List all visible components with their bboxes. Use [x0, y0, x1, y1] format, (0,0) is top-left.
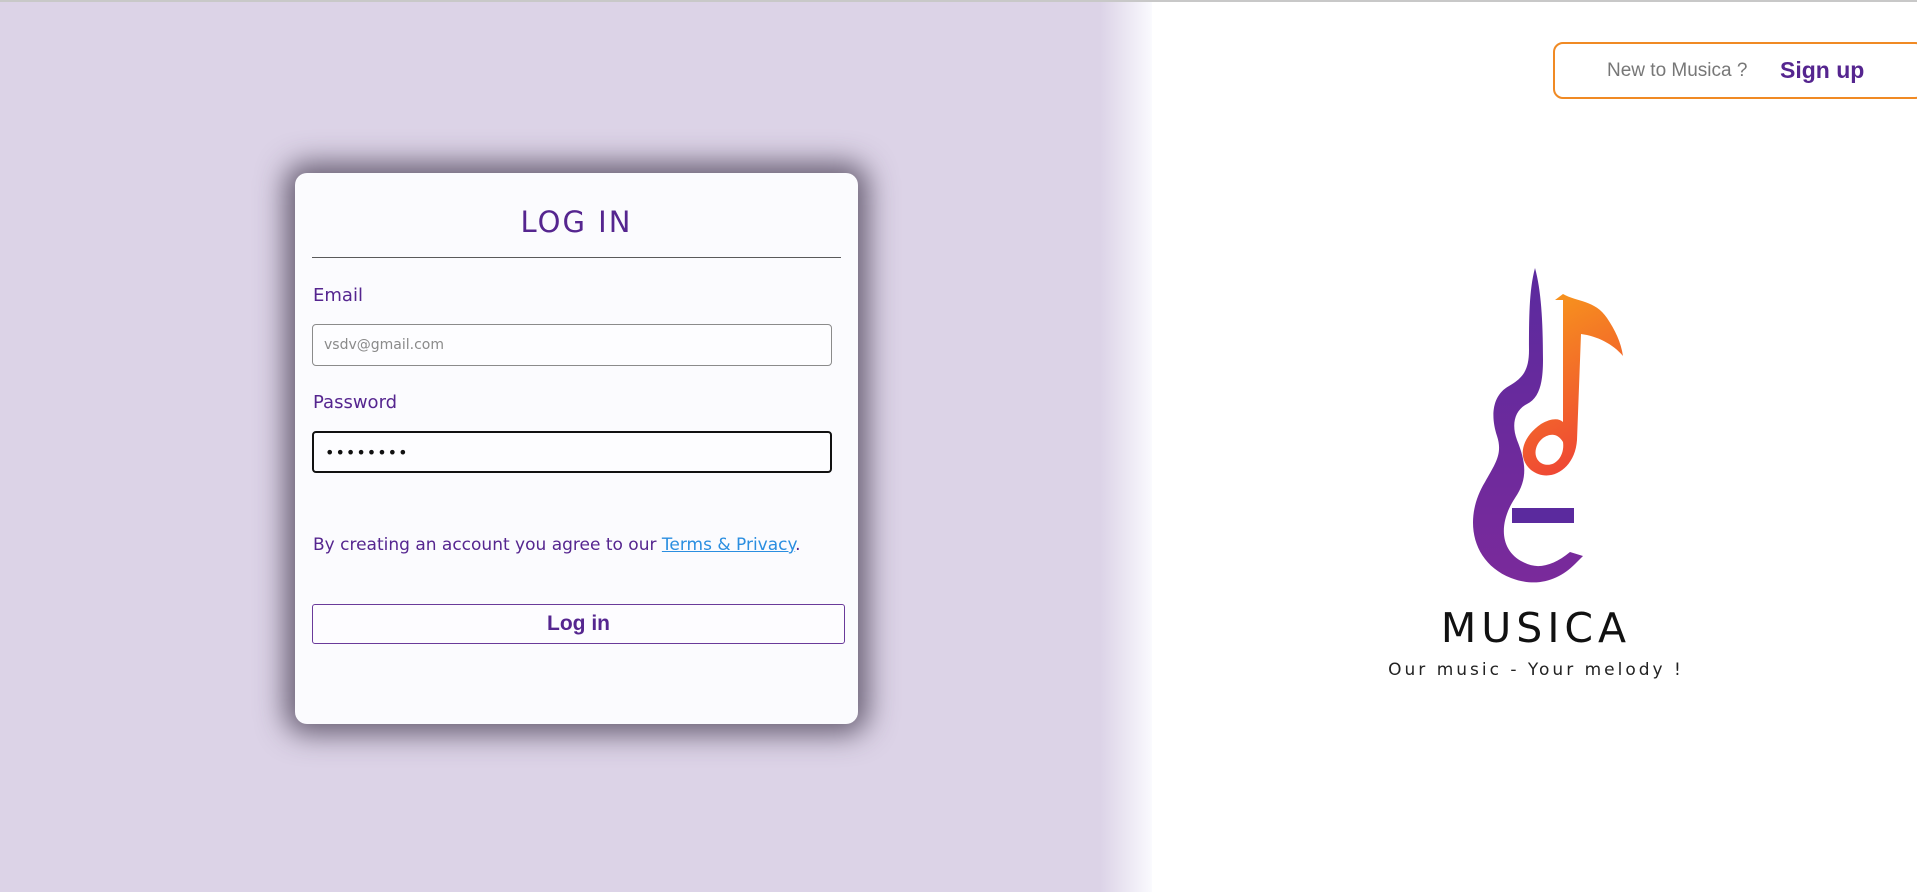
email-label: Email	[313, 285, 363, 306]
email-field[interactable]	[312, 324, 832, 366]
panel-divider-fade	[1100, 2, 1152, 892]
title-divider	[312, 257, 841, 258]
terms-period: .	[795, 535, 801, 555]
signup-prompt: New to Musica ?	[1607, 60, 1748, 81]
signup-link[interactable]: Sign up	[1780, 57, 1864, 84]
brand-tagline: Our music - Your melody !	[1388, 660, 1684, 680]
password-label: Password	[313, 392, 398, 413]
brand-name: MUSICA	[1440, 604, 1632, 652]
terms-privacy-link[interactable]: Terms & Privacy	[662, 535, 795, 555]
terms-notice: By creating an account you agree to our …	[313, 535, 801, 555]
password-field[interactable]	[312, 431, 832, 473]
signup-box: New to Musica ? Sign up	[1553, 42, 1917, 99]
login-button[interactable]: Log in	[312, 604, 845, 644]
guitar-music-note-logo-icon	[1472, 268, 1623, 583]
login-title: LOG IN	[520, 205, 633, 239]
login-card: LOG IN Email Password By creating an acc…	[295, 173, 858, 724]
terms-text: By creating an account you agree to our	[313, 535, 662, 555]
